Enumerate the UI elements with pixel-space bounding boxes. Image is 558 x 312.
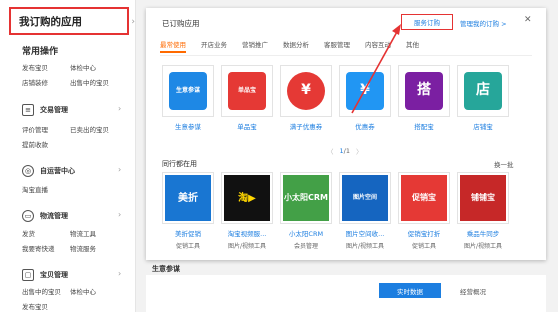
arrow-line <box>351 29 399 114</box>
annotation-arrow <box>351 24 401 114</box>
arrow-head <box>392 24 401 35</box>
